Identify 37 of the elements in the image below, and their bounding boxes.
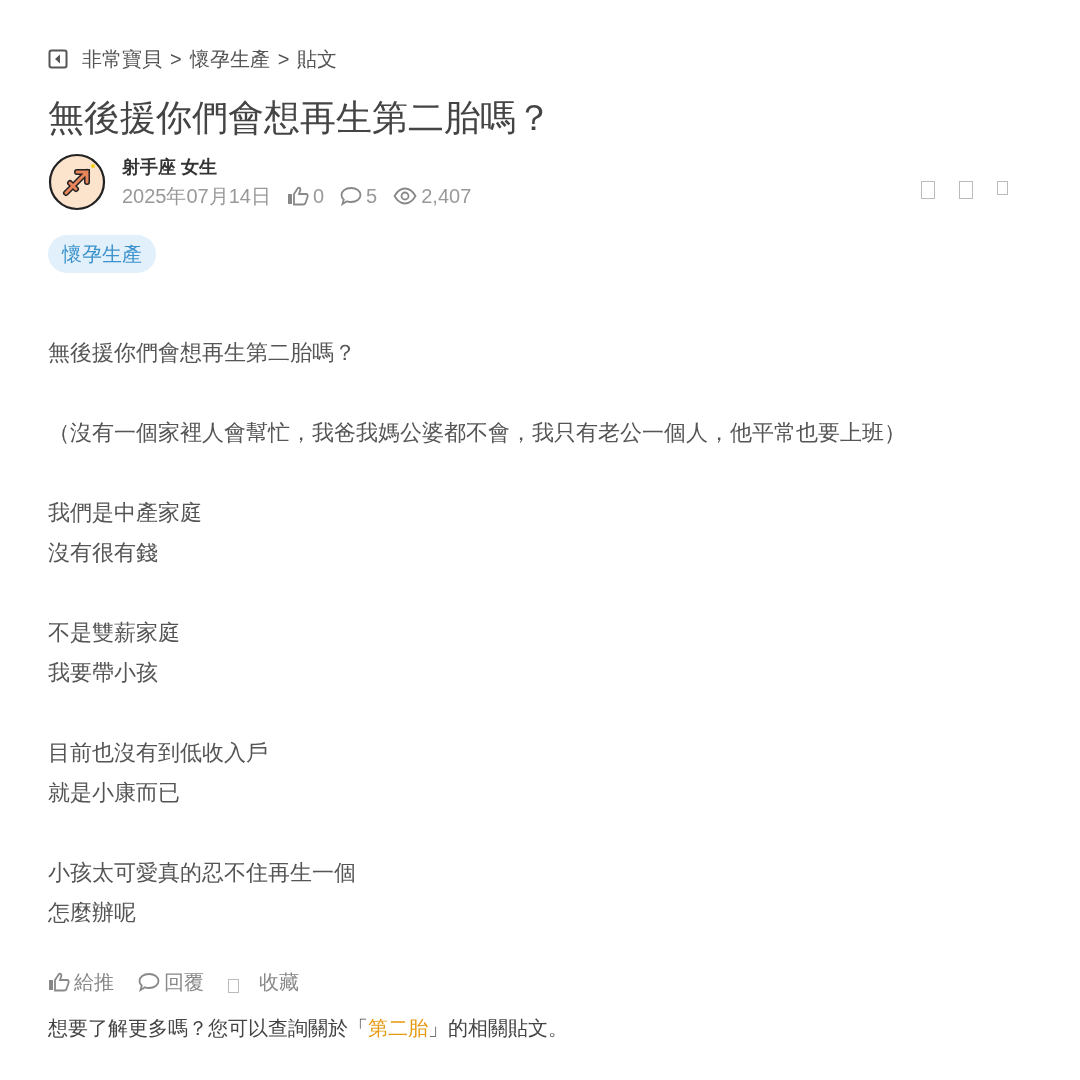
back-icon[interactable]	[48, 49, 68, 69]
tag-link[interactable]: 第二胎	[368, 1017, 428, 1040]
action-reply-button[interactable]: 回覆	[138, 967, 204, 998]
body-text: 沒有很有錢	[48, 539, 159, 568]
view-count: 2,407	[421, 183, 472, 209]
post-title: 無後援你們會想再生第二胎嗎？	[48, 96, 553, 140]
body-text: （沒有一個家裡人會幫忙，我爸我媽公婆都不會，我只有老公一個人，他平常也要上班）	[48, 419, 907, 448]
action-like-button[interactable]: 給推	[48, 967, 114, 998]
missing-glyph-icon[interactable]	[921, 181, 935, 200]
body-text: 小孩太可愛真的忍不住再生一個	[48, 859, 357, 888]
body-text: 就是小康而已	[48, 779, 181, 808]
comment-icon	[340, 185, 363, 206]
action-save-button[interactable]: 收藏	[228, 967, 299, 998]
like-icon	[287, 185, 309, 206]
body-text: 目前也沒有到低收入戶	[48, 739, 269, 768]
related-posts-text: 想要了解更多嗎？您可以查詢關於「第二胎」的相關貼文。	[48, 1016, 569, 1042]
topic-tag[interactable]: 懷孕生產	[48, 235, 156, 274]
missing-glyph-icon[interactable]	[959, 181, 973, 200]
post-date: 2025年07月14日	[122, 183, 271, 209]
like-count: 0	[313, 183, 325, 209]
body-text: 不是雙薪家庭	[48, 619, 181, 648]
breadcrumb-separator: >	[277, 47, 290, 72]
view-icon	[393, 185, 418, 206]
body-text: 無後援你們會想再生第二胎嗎？	[48, 339, 357, 368]
body-text: 怎麼辦呢	[48, 899, 137, 928]
breadcrumb-link[interactable]: 貼文	[297, 44, 338, 74]
breadcrumb-link[interactable]: 非常寶貝	[82, 44, 162, 74]
breadcrumb-separator: >	[170, 47, 182, 72]
author-name: 射手座 女生	[122, 155, 218, 179]
body-text: 我們是中產家庭	[48, 499, 203, 528]
comment-icon	[138, 972, 160, 993]
missing-glyph-icon[interactable]	[997, 181, 1008, 196]
breadcrumb-link[interactable]: 懷孕生產	[189, 44, 270, 74]
like-icon	[48, 972, 70, 993]
comment-count: 5	[366, 183, 378, 209]
avatar-icon	[48, 153, 106, 212]
body-text: 我要帶小孩	[48, 659, 159, 688]
